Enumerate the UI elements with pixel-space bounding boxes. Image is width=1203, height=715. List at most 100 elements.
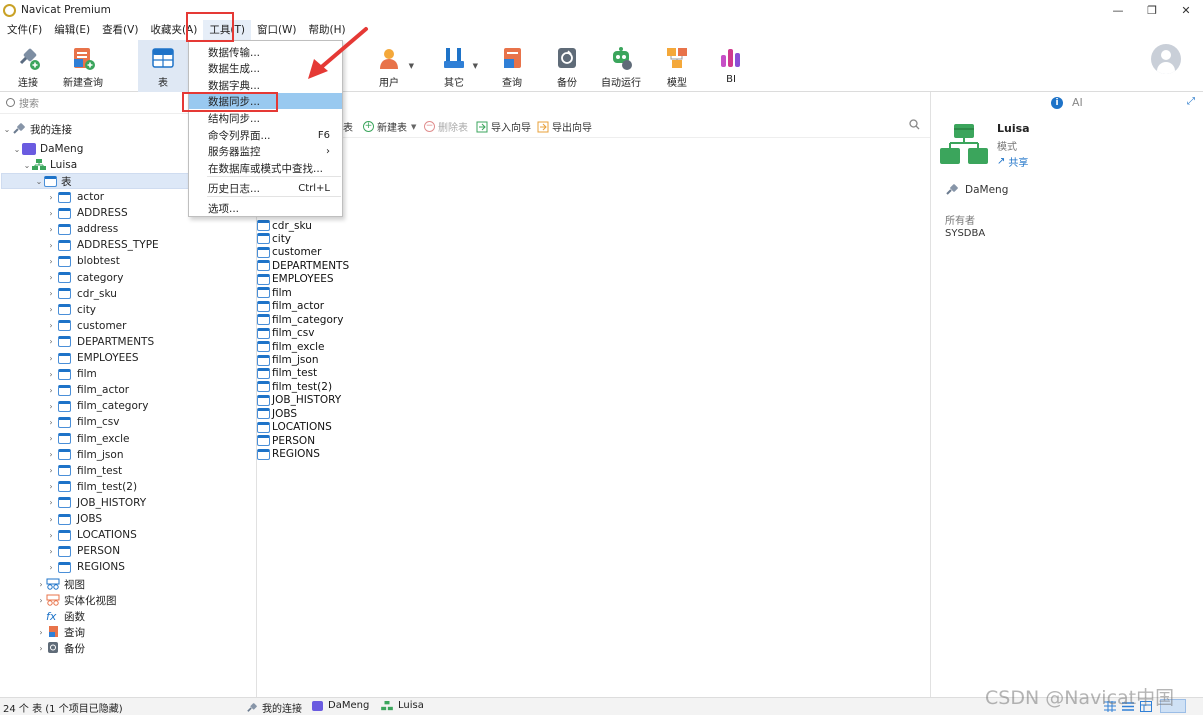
user-button[interactable]: 用户 ▼ [372,40,414,92]
tools-menu-item[interactable]: 选项... [189,200,342,216]
tree-table-item[interactable]: › category [46,270,123,286]
expand-arrow-icon[interactable]: › [46,370,56,379]
query-button[interactable]: 查询 [497,40,527,92]
expand-arrow-icon[interactable]: › [46,209,56,218]
new-table-dropdown-icon[interactable]: ▼ [411,123,416,131]
expand-arrow-icon[interactable]: › [36,644,46,653]
tree-table-item[interactable]: › film [46,366,96,382]
tree-table-item[interactable]: › EMPLOYEES [46,350,138,366]
other-button[interactable]: 其它 ▼ [438,40,478,92]
delete-table-button[interactable]: − 删除表 [424,119,468,134]
tree-table-item[interactable]: › blobtest [46,253,119,269]
model-button[interactable]: 模型 [662,40,692,92]
expand-arrow-icon[interactable]: › [46,563,56,572]
automation-button[interactable]: 自动运行 [600,40,642,92]
tree-table-item[interactable]: › address [46,221,118,237]
tree-table-item[interactable]: › film_json [46,447,123,463]
tree-views-node[interactable]: › 视图 [36,576,85,592]
expand-arrow-icon[interactable]: › [36,596,46,605]
expand-arrow-icon[interactable]: › [36,628,46,637]
other-dropdown-icon[interactable]: ▼ [473,62,478,70]
status-crumb-schema[interactable]: Luisa [381,700,424,711]
expand-arrow-icon[interactable]: › [46,498,56,507]
object-list-item[interactable]: film_actor [257,300,324,313]
status-crumb-root[interactable]: 我的连接 [246,700,302,715]
tree-table-item[interactable]: › actor [46,189,104,205]
expand-arrow-icon[interactable]: › [46,482,56,491]
expand-arrow-icon[interactable]: › [46,418,56,427]
object-search-icon[interactable] [909,119,920,130]
expand-arrow-icon[interactable]: › [46,337,56,346]
collapse-arrow-icon[interactable]: ⌄ [34,177,44,186]
tree-table-item[interactable]: › film_excle [46,431,129,447]
expand-arrow-icon[interactable]: › [46,531,56,540]
object-list-item[interactable]: film_test(2) [257,380,332,393]
info-icon[interactable]: i [1051,96,1063,109]
tools-menu-item[interactable]: 在数据库或模式中查找... [189,160,342,176]
tools-menu-item[interactable]: 命令列界面... F6 [189,127,342,143]
expand-arrow-icon[interactable]: › [46,321,56,330]
maximize-button[interactable]: ❐ [1135,0,1169,20]
expand-arrow-icon[interactable]: › [46,402,56,411]
tree-table-item[interactable]: › ADDRESS [46,205,127,221]
share-link[interactable]: ↗ 共享 [997,154,1028,169]
ai-tab[interactable]: AI [1072,96,1083,109]
table-button[interactable]: 表 [138,40,188,92]
tree-functions-node[interactable]: fx 函数 [46,608,85,624]
expand-arrow-icon[interactable]: › [46,273,56,282]
tree-table-item[interactable]: › film_category [46,398,148,414]
object-list-item[interactable]: film_test [257,367,317,380]
new-table-button[interactable]: + 新建表 ▼ [363,119,416,134]
tree-connection-dameng[interactable]: ⌄ DaMeng [12,141,83,157]
tree-table-item[interactable]: › film_actor [46,382,129,398]
menu-edit[interactable]: 编辑(E) [48,20,96,40]
expand-arrow-icon[interactable]: › [46,547,56,556]
object-list-item[interactable]: JOB_HISTORY [257,394,341,407]
object-list-item[interactable]: DEPARTMENTS [257,259,349,272]
object-list-item[interactable]: film_json [257,354,318,367]
object-list-item[interactable]: EMPLOYEES [257,273,334,286]
expand-panel-icon[interactable]: ⤢ [1187,96,1195,107]
object-list-item[interactable]: film_category [257,313,343,326]
collapse-arrow-icon[interactable]: ⌄ [12,145,22,154]
minimize-button[interactable]: — [1101,0,1135,20]
close-button[interactable]: ✕ [1169,0,1203,20]
expand-arrow-icon[interactable]: › [46,305,56,314]
tree-tables-node[interactable]: ⌄ 表 [1,173,189,189]
collapse-arrow-icon[interactable]: ⌄ [22,161,32,170]
expand-arrow-icon[interactable]: › [46,257,56,266]
tree-table-item[interactable]: › film_test(2) [46,479,137,495]
object-list-item[interactable]: film_csv [257,327,314,340]
tree-table-item[interactable]: › REGIONS [46,559,125,575]
expand-arrow-icon[interactable]: › [46,450,56,459]
menu-file[interactable]: 文件(F) [1,20,48,40]
expand-arrow-icon[interactable]: › [46,434,56,443]
status-crumb-connection[interactable]: DaMeng [312,700,369,711]
tree-table-item[interactable]: › JOB_HISTORY [46,495,146,511]
tree-backups-node[interactable]: › 备份 [36,640,85,656]
tools-menu-item[interactable]: 结构同步... [189,110,342,126]
backup-button[interactable]: 备份 [552,40,582,92]
tree-table-item[interactable]: › customer [46,318,126,334]
tree-table-item[interactable]: › city [46,302,96,318]
expand-arrow-icon[interactable]: › [46,193,56,202]
object-list-item[interactable]: LOCATIONS [257,421,332,434]
object-list-item[interactable]: city [257,232,291,245]
object-list-item[interactable]: PERSON [257,434,315,447]
menu-window[interactable]: 窗口(W) [251,20,303,40]
tree-table-item[interactable]: › JOBS [46,511,102,527]
expand-arrow-icon[interactable]: › [46,515,56,524]
object-list-item[interactable]: JOBS [257,407,297,420]
tree-schema-luisa[interactable]: ⌄ Luisa [22,157,77,173]
tools-menu-item[interactable]: 历史日志... Ctrl+L [189,180,342,196]
tree-table-item[interactable]: › film_test [46,463,122,479]
tree-queries-node[interactable]: › 查询 [36,624,85,640]
connect-button[interactable]: 连接 [8,40,48,92]
expand-arrow-icon[interactable]: › [46,386,56,395]
expand-arrow-icon[interactable]: › [46,241,56,250]
new-query-button[interactable]: 新建查询 [60,40,106,92]
menu-view[interactable]: 查看(V) [96,20,144,40]
collapse-arrow-icon[interactable]: ⌄ [2,125,12,134]
tree-table-item[interactable]: › PERSON [46,543,120,559]
object-list-item[interactable]: REGIONS [257,448,320,461]
